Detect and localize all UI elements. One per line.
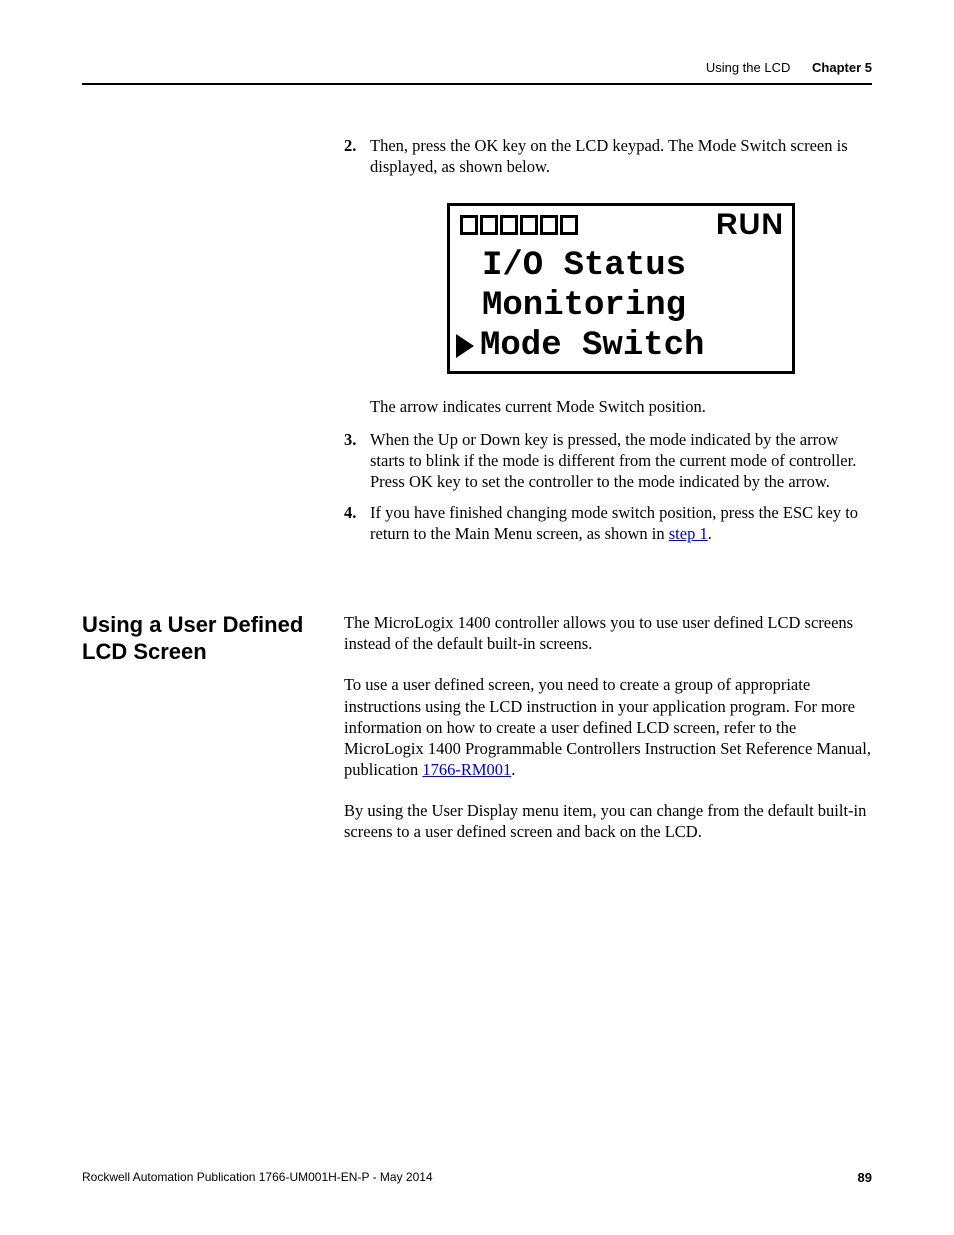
- lcd-screen: RUN I/O Status Monitoring Mode Switch: [447, 203, 795, 373]
- lcd-line-3: Mode Switch: [450, 326, 792, 366]
- step-1-link[interactable]: step 1: [669, 524, 708, 543]
- lcd-figure: RUN I/O Status Monitoring Mode Switch: [370, 203, 872, 373]
- section2-p2-b: .: [511, 760, 515, 779]
- lcd-io-indicators: [460, 215, 578, 235]
- step-list: Then, press the OK key on the LCD keypad…: [344, 135, 872, 544]
- step-2: Then, press the OK key on the LCD keypad…: [344, 135, 872, 417]
- header-chapter: Chapter 5: [812, 60, 872, 75]
- lcd-indicator-box: [500, 215, 518, 235]
- lcd-cursor-arrow-icon: [454, 332, 476, 360]
- lcd-indicator-box: [480, 215, 498, 235]
- step-4-text-a: If you have finished changing mode switc…: [370, 503, 858, 543]
- step-4-text-b: .: [708, 524, 712, 543]
- lcd-indicator-box: [520, 215, 538, 235]
- step-4: If you have finished changing mode switc…: [344, 502, 872, 544]
- running-header: Using the LCD Chapter 5: [82, 60, 872, 75]
- lcd-line-1: I/O Status: [450, 246, 792, 286]
- section2-p2: To use a user defined screen, you need t…: [344, 674, 872, 780]
- lcd-indicator-box: [560, 215, 578, 235]
- lcd-line-3-text: Mode Switch: [480, 326, 704, 366]
- page-footer: Rockwell Automation Publication 1766-UM0…: [82, 1170, 872, 1185]
- step-3-text: When the Up or Down key is pressed, the …: [370, 430, 856, 491]
- step-2-text: Then, press the OK key on the LCD keypad…: [370, 136, 848, 176]
- section-heading: Using a User Defined LCD Screen: [82, 612, 344, 665]
- publication-link[interactable]: 1766-RM001: [422, 760, 511, 779]
- lcd-line-2: Monitoring: [450, 286, 792, 326]
- header-rule: [82, 83, 872, 85]
- footer-page-number: 89: [858, 1170, 872, 1185]
- step-3: When the Up or Down key is pressed, the …: [344, 429, 872, 492]
- footer-publication: Rockwell Automation Publication 1766-UM0…: [82, 1170, 433, 1185]
- lcd-indicator-box: [460, 215, 478, 235]
- lcd-indicator-box: [540, 215, 558, 235]
- section2-p3: By using the User Display menu item, you…: [344, 800, 872, 842]
- figure-caption: The arrow indicates current Mode Switch …: [370, 396, 872, 417]
- section2-p1: The MicroLogix 1400 controller allows yo…: [344, 612, 872, 654]
- lcd-status: RUN: [716, 210, 784, 240]
- header-section: Using the LCD: [706, 60, 791, 75]
